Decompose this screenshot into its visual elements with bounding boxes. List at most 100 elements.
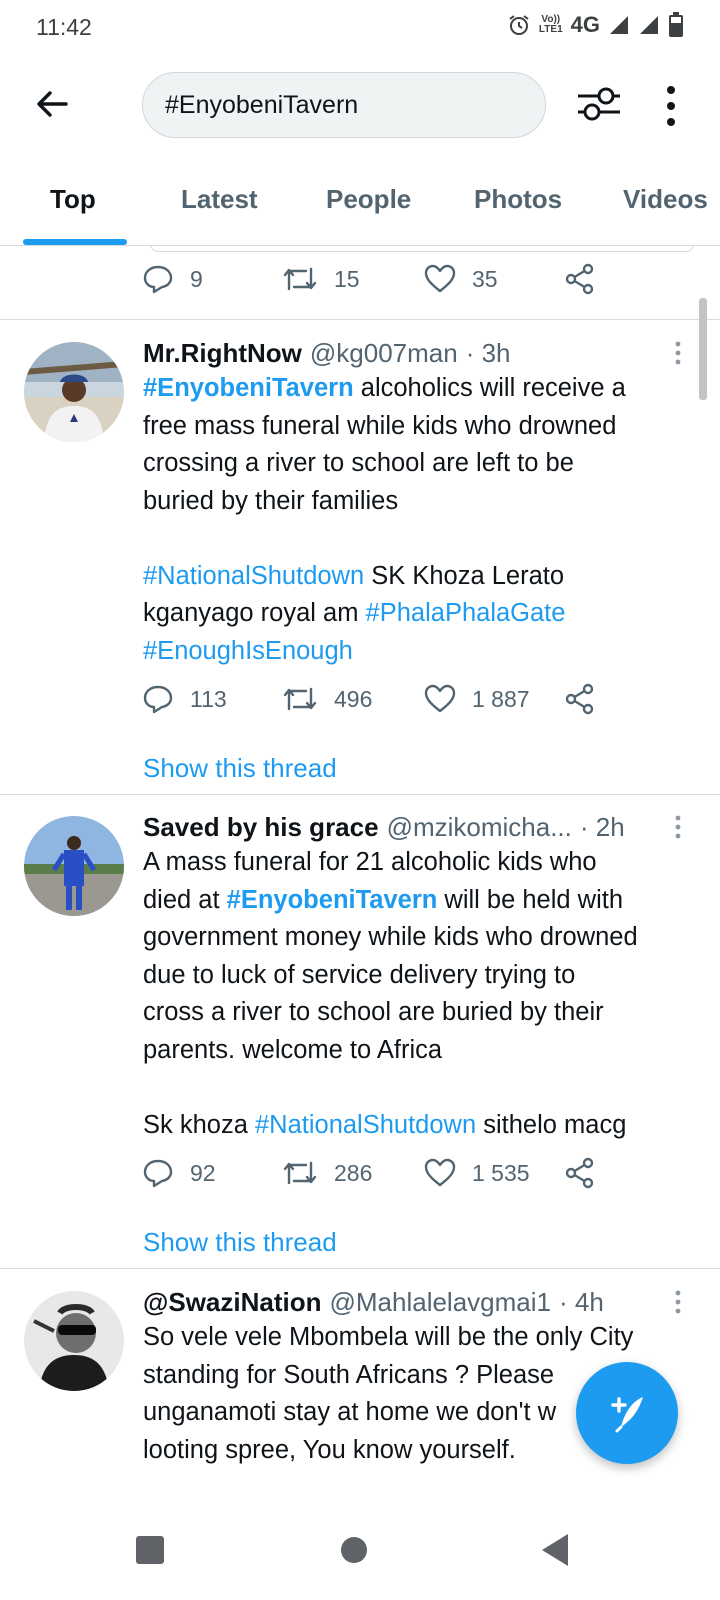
share-icon	[565, 683, 594, 715]
search-tabs: Top Latest People Photos Videos	[0, 168, 720, 246]
like-count: 1 535	[472, 1159, 530, 1186]
text-line: So vele vele Mbombela will be the only C…	[143, 1323, 634, 1351]
tweet-feed[interactable]: 9 15 35 Mr.RightNow @kg007man · 3h #Enyo…	[0, 246, 720, 1500]
hashtag-link[interactable]: #PhalaPhalaGate	[366, 599, 566, 627]
display-name[interactable]: Mr.RightNow	[143, 338, 302, 369]
reply-icon	[143, 1159, 173, 1188]
text-line: A mass funeral for 21 alcoholic kids who	[143, 848, 597, 876]
retweet-icon	[283, 267, 317, 291]
tab-videos[interactable]: Videos	[623, 184, 708, 215]
like-count: 35	[472, 265, 498, 292]
like-icon	[424, 684, 456, 713]
reply-icon	[143, 685, 173, 714]
reply-icon	[143, 265, 173, 294]
avatar[interactable]	[24, 816, 124, 916]
reply-button[interactable]: 92	[142, 1157, 216, 1189]
reply-count: 9	[190, 265, 203, 292]
filter-icon	[578, 87, 620, 121]
text-span: SK Khoza Lerato	[364, 561, 565, 590]
hashtag-link[interactable]: #EnyobeniTavern	[227, 886, 438, 914]
battery-icon	[669, 12, 683, 37]
status-bar: 11:42 Vo)) LTE1 4G	[0, 0, 720, 52]
alarm-icon	[509, 15, 529, 35]
compose-tweet-icon	[611, 1397, 643, 1433]
reply-button[interactable]: 113	[142, 683, 227, 715]
system-back-button[interactable]	[530, 1524, 582, 1576]
text-line: free mass funeral while kids who drowned	[143, 411, 617, 440]
retweet-button[interactable]: 496	[282, 683, 372, 715]
tweet-1[interactable]: Mr.RightNow @kg007man · 3h #EnyobeniTave…	[0, 338, 720, 794]
hashtag-link[interactable]: #EnyobeniTavern	[143, 374, 354, 402]
text-span: will be held with	[437, 885, 624, 914]
text-span: Sk khoza	[143, 1110, 255, 1139]
search-filter-button[interactable]	[574, 82, 624, 126]
tab-photos[interactable]: Photos	[474, 184, 562, 215]
like-button[interactable]: 1 887	[424, 683, 530, 715]
tweet-text: #EnyobeniTavern alcoholics will receive …	[143, 370, 691, 670]
status-icons: Vo)) LTE1 4G	[507, 12, 684, 38]
show-thread-link[interactable]: Show this thread	[143, 753, 337, 784]
avatar[interactable]	[24, 342, 124, 442]
recents-button[interactable]	[124, 1524, 176, 1576]
home-button[interactable]	[328, 1524, 380, 1576]
network-type: 4G	[570, 12, 600, 37]
retweet-button[interactable]: 15	[282, 263, 360, 295]
tab-latest[interactable]: Latest	[181, 184, 258, 215]
tab-people[interactable]: People	[326, 184, 411, 215]
more-vert-icon	[675, 341, 681, 365]
tweet-2[interactable]: Saved by his grace @mzikomicha... · 2h A…	[0, 812, 720, 1268]
more-options-button[interactable]	[656, 82, 686, 126]
reply-button[interactable]: 9	[142, 263, 203, 295]
display-name[interactable]: Saved by his grace	[143, 812, 379, 843]
tweet-time: · 4h	[558, 1287, 604, 1317]
back-button[interactable]	[30, 82, 74, 126]
reply-count: 92	[190, 1159, 216, 1186]
search-query: #EnyobeniTavern	[165, 90, 359, 119]
tweet-menu-button[interactable]	[668, 340, 688, 370]
reply-count: 113	[190, 685, 227, 712]
retweet-count: 286	[334, 1159, 373, 1186]
volte-line2: LTE1	[538, 24, 563, 35]
retweet-icon	[283, 687, 317, 711]
share-button[interactable]	[564, 1157, 596, 1189]
text-span: alcoholics will receive a	[353, 374, 626, 402]
user-handle: @mzikomicha...	[386, 812, 572, 842]
text-span: died at	[143, 885, 227, 914]
system-nav-bar	[0, 1500, 720, 1600]
tweet-menu-button[interactable]	[668, 814, 688, 844]
search-input[interactable]: #EnyobeniTavern	[142, 72, 546, 138]
like-button[interactable]: 35	[424, 263, 498, 295]
back-arrow-icon	[37, 91, 68, 117]
nav-recents-icon	[136, 1536, 164, 1564]
show-thread-link[interactable]: Show this thread	[143, 1227, 337, 1258]
scrollbar[interactable]	[699, 298, 707, 400]
retweet-button[interactable]: 286	[282, 1157, 372, 1189]
signal-icon	[640, 16, 658, 34]
retweet-count: 496	[334, 685, 373, 712]
tweet-actions: 113 496 1 887	[142, 683, 622, 723]
text-span: kganyago royal am	[143, 599, 366, 627]
retweet-icon	[283, 1161, 317, 1185]
tab-top[interactable]: Top	[50, 184, 96, 215]
display-name[interactable]: @SwaziNation	[143, 1287, 321, 1318]
tweet-divider	[0, 794, 720, 795]
hashtag-link[interactable]: #NationalShutdown	[255, 1111, 476, 1139]
hashtag-link[interactable]: #NationalShutdown	[143, 562, 364, 590]
share-button[interactable]	[564, 263, 596, 295]
user-handle: @kg007man	[309, 338, 458, 368]
share-icon	[565, 1157, 594, 1189]
nav-home-icon	[341, 1537, 367, 1563]
like-icon	[424, 264, 456, 293]
tweet-divider	[0, 1268, 720, 1269]
avatar[interactable]	[24, 1291, 124, 1391]
retweet-count: 15	[334, 265, 360, 292]
hashtag-link[interactable]: #EnoughIsEnough	[143, 637, 353, 665]
like-button[interactable]: 1 535	[424, 1157, 530, 1189]
text-line: parents. welcome to Africa	[143, 1035, 443, 1064]
tweet-time: · 2h	[579, 812, 625, 842]
avatar-image	[24, 342, 124, 442]
tweet-menu-button[interactable]	[668, 1289, 688, 1319]
share-button[interactable]	[564, 683, 596, 715]
compose-tweet-button[interactable]	[576, 1362, 678, 1464]
more-vert-icon	[675, 1290, 681, 1314]
